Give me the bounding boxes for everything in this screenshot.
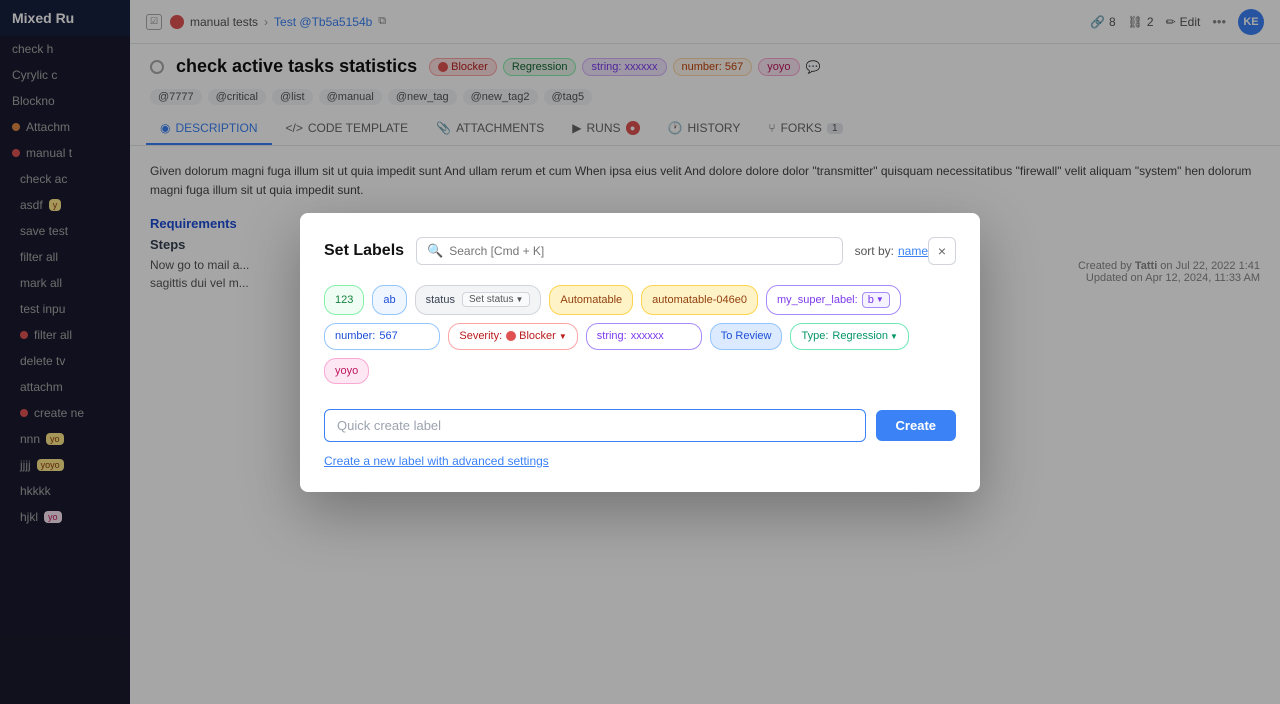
sort-by: sort by: name bbox=[855, 244, 928, 258]
label-pill-string[interactable]: string: bbox=[586, 323, 702, 350]
label-pill-super[interactable]: my_super_label: b ▼ bbox=[766, 285, 901, 316]
string-input[interactable] bbox=[631, 330, 691, 342]
label-pill-toreview[interactable]: To Review bbox=[710, 323, 783, 350]
label-pill-status[interactable]: status Set status ▼ bbox=[415, 285, 542, 316]
labels-grid: 123 ab status Set status ▼ Automatable a… bbox=[324, 281, 956, 401]
chevron-down-icon: ▼ bbox=[559, 332, 567, 341]
sort-name-link[interactable]: name bbox=[898, 244, 928, 258]
label-pill-ab[interactable]: ab bbox=[372, 285, 406, 316]
modal-header: Set Labels 🔍 sort by: name × bbox=[324, 237, 956, 265]
chevron-down-icon: ▼ bbox=[890, 332, 898, 341]
status-select[interactable]: Set status ▼ bbox=[462, 292, 530, 307]
close-button[interactable]: × bbox=[928, 237, 956, 265]
create-button[interactable]: Create bbox=[876, 410, 956, 441]
super-select[interactable]: b ▼ bbox=[862, 292, 890, 308]
chevron-down-icon: ▼ bbox=[515, 295, 523, 304]
label-pill-severity[interactable]: Severity: Blocker ▼ bbox=[448, 323, 577, 350]
label-pill-yoyo[interactable]: yoyo bbox=[324, 358, 369, 385]
label-pill-type[interactable]: Type: Regression ▼ bbox=[790, 323, 908, 350]
type-select[interactable]: Regression ▼ bbox=[832, 330, 898, 342]
set-labels-modal: Set Labels 🔍 sort by: name × 123 ab stat… bbox=[300, 213, 980, 492]
modal-search-wrapper: 🔍 bbox=[416, 237, 843, 265]
severity-select[interactable]: Blocker ▼ bbox=[506, 330, 567, 342]
background-page: Mixed Ru check h Cyrylic c Blockno Attac… bbox=[0, 0, 1280, 704]
modal-title: Set Labels bbox=[324, 242, 404, 260]
search-input[interactable] bbox=[449, 244, 831, 258]
search-icon: 🔍 bbox=[427, 243, 443, 259]
modal-overlay: Set Labels 🔍 sort by: name × 123 ab stat… bbox=[0, 0, 1280, 704]
quick-create-input[interactable] bbox=[324, 409, 866, 442]
label-pill-automatable2[interactable]: automatable-046e0 bbox=[641, 285, 758, 316]
label-pill-123[interactable]: 123 bbox=[324, 285, 364, 316]
chevron-down-icon: ▼ bbox=[876, 295, 884, 304]
label-pill-number[interactable]: number: bbox=[324, 323, 440, 350]
blocker-dot-icon bbox=[506, 331, 516, 341]
label-pill-automatable[interactable]: Automatable bbox=[549, 285, 633, 316]
quick-create-section: Create bbox=[324, 409, 956, 442]
advanced-settings-link[interactable]: Create a new label with advanced setting… bbox=[324, 454, 956, 468]
number-input[interactable] bbox=[379, 330, 429, 342]
